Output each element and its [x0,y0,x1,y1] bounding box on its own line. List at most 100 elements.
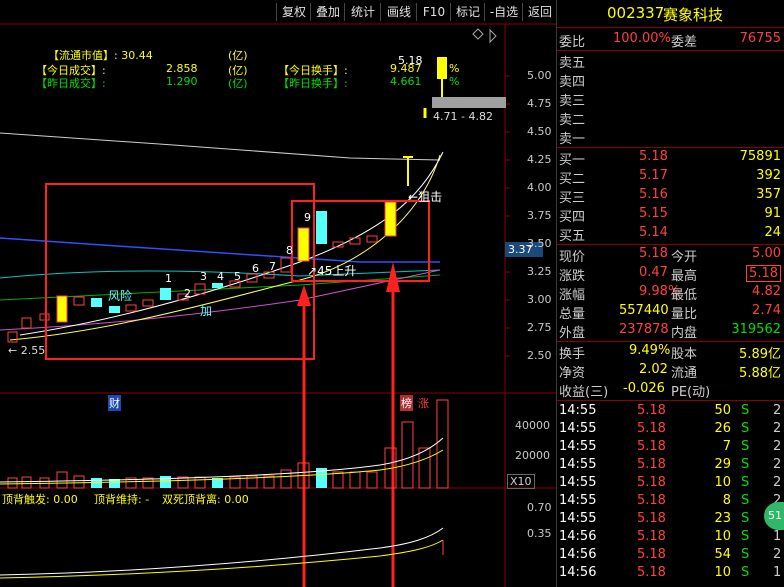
tick-price: 5.18 [637,439,666,454]
tick-row: 14:56 5.18 54 S 2 [557,547,784,565]
indicator-maintain: 顶背维持: - [94,493,150,506]
price-range-bar [432,97,506,108]
float-badge[interactable]: 51 [764,502,784,530]
bid-price: 5.17 [639,168,668,183]
counter-label: 2 [184,287,191,300]
tick-count: 2 [773,403,782,418]
stats-label: PE(动) [671,385,711,400]
quote-label: 今开 [671,250,698,265]
bid-row: 买三 5.16 357 [557,187,784,206]
draw-line-button[interactable]: 画线 [380,3,417,21]
volume-unit: X10 [507,474,535,489]
ask-label: 卖一 [559,132,586,147]
bid-label: 买五 [559,229,586,244]
price-tick: 4.25 [527,153,552,166]
quote-value: 5.18 [639,246,668,261]
yesterday-turnover-unit: (亿) [228,77,248,90]
bid-volume: 392 [756,168,781,183]
tick-side: S [741,403,750,418]
tick-count: 1 [773,565,782,580]
candle [280,257,292,273]
price-tick: 3.75 [527,209,552,222]
kline-chart-area[interactable]: 复权 叠加 统计 画线 F10 标记 -自选 返回 【流通市值】: 30.44 … [0,0,556,587]
today-turnover-rate-unit: % [449,62,460,75]
quote-label: 量比 [671,307,698,322]
candle [366,235,378,243]
price-tick: 4.75 [527,97,552,110]
price-tick: 3.00 [527,293,552,306]
mark-button[interactable]: 标记 [450,3,485,21]
indicator-trigger: 顶背触发: 0.00 [2,493,78,506]
candle [73,296,85,306]
counter-label: 4 [217,270,224,283]
tick-volume: 26 [714,421,731,436]
tick-side: S [741,547,750,562]
tick-count: 2 [773,457,782,472]
yesterday-turnover-rate-unit: % [449,75,460,88]
bid-row: 买一 5.18 75891 [557,149,784,168]
tick-time: 14:55 [559,493,597,508]
bang-badge: 榜 [400,395,413,411]
expand-icon [489,28,497,44]
bid-label: 买一 [559,153,586,168]
diff-value: 76755 [739,31,781,46]
indicator-tick: 0.35 [527,527,552,540]
back-button[interactable]: 返回 [522,3,557,21]
tick-side: S [741,475,750,490]
bid-volume: 91 [764,206,781,221]
candle [91,298,102,307]
f10-button[interactable]: F10 [416,3,451,21]
tick-count: 2 [773,475,782,490]
snipe-text: 狙击 [418,190,443,204]
stats-value: 5.88亿 [739,366,781,381]
candle [316,211,327,244]
tick-price: 5.18 [637,493,666,508]
tick-volume: 23 [714,511,731,526]
tick-side: S [741,457,750,472]
tick-volume: 7 [722,439,731,454]
stats-button[interactable]: 统计 [344,3,381,21]
bid-row: 买五 5.14 24 [557,225,784,244]
order-ratio-row: 委比 100.00% 委差 76755 [557,31,784,50]
stats-value: -0.026 [623,381,665,396]
volume-bars [7,399,449,489]
stock-name: 赛象科技 [663,6,724,24]
ask-label: 卖三 [559,94,586,109]
tick-time: 14:55 [559,439,597,454]
remove-watchlist-button[interactable]: -自选 [484,3,523,21]
fuquan-button[interactable]: 复权 [276,3,311,21]
candle [142,299,154,307]
indicator-double: 双死顶背离: 0.00 [162,493,249,506]
counter-label: 1 [165,272,172,285]
bid-volume: 357 [756,187,781,202]
yesterday-turnover-rate-label: 【昨日换手】: [278,77,348,90]
today-turnover-value: 2.858 [166,62,198,75]
counter-label: 8 [286,244,293,257]
tick-row: 14:55 5.18 29 S 2 [557,457,784,475]
tick-time: 14:56 [559,565,597,580]
ma-white-line [0,132,441,161]
tick-row: 14:55 5.18 8 S 2 [557,493,784,511]
current-price-tag: 3.37 [508,243,533,256]
tick-row: 14:55 5.18 50 S 2 [557,403,784,421]
ask-row: 卖四 [557,71,784,90]
stats-label: 股本 [671,347,698,362]
bid-volume: 24 [764,225,781,240]
bid-price: 5.18 [639,149,668,164]
candle [109,306,120,313]
quote-panel: 002337 赛象科技 委比 100.00% 委差 76755 卖五 卖四 卖三… [556,0,784,587]
quote-value: 2.74 [752,303,781,318]
tick-count: 2 [773,421,782,436]
ratio-label: 委比 [559,35,586,50]
price-tick: 2.75 [527,321,552,334]
quote-value: 237878 [619,322,669,337]
price-tick: 4.50 [527,125,552,138]
quote-label: 现价 [559,250,586,265]
candle [212,283,223,288]
overlay-button[interactable]: 叠加 [310,3,345,21]
bid-volume: 75891 [739,149,781,164]
tick-time: 14:56 [559,529,597,544]
tick-price: 5.18 [637,547,666,562]
candle [7,331,18,343]
tick-row: 14:55 5.18 10 S 2 [557,475,784,493]
